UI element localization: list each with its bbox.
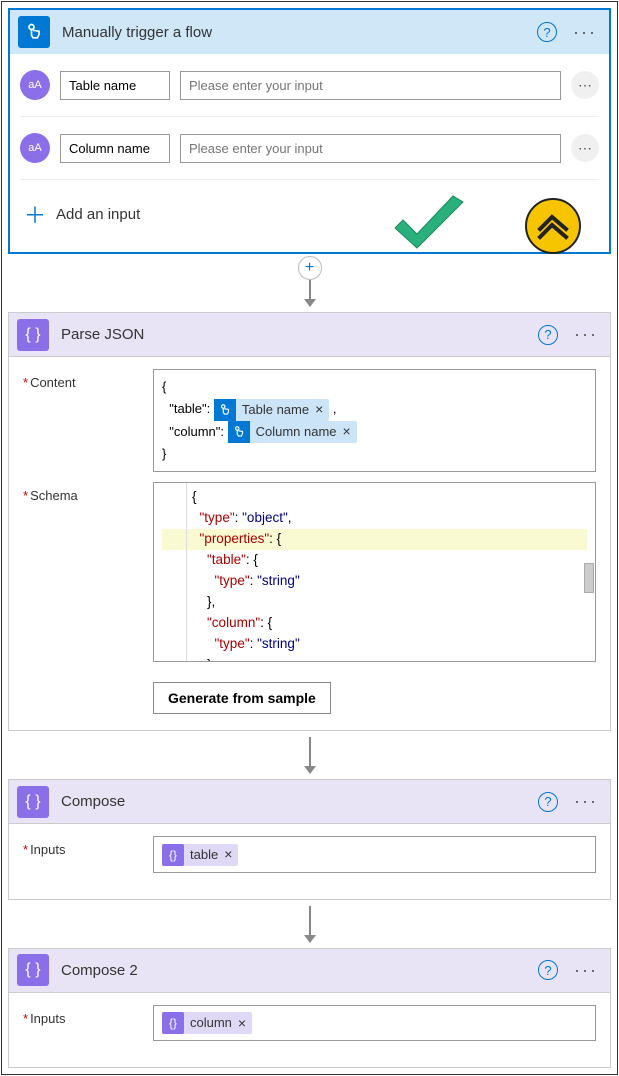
token-remove-icon[interactable]: × [238, 1012, 252, 1036]
param-more-icon[interactable]: ⋯ [571, 71, 599, 99]
compose-header[interactable]: { } Compose ? ··· [9, 780, 610, 824]
content-input[interactable]: { "table": Table name × , "column": Colu… [153, 369, 596, 472]
touch-icon [214, 399, 236, 421]
schema-label: *Schema [23, 482, 153, 662]
text-type-icon: aA [20, 133, 50, 163]
compose2-card: { } Compose 2 ? ··· *Inputs {} column × [8, 948, 611, 1069]
braces-icon: { } [17, 786, 49, 818]
braces-icon: { } [17, 954, 49, 986]
plus-icon: ＋ [24, 198, 46, 230]
more-icon[interactable]: ··· [569, 22, 601, 43]
token-column-name: Column name × [228, 421, 357, 443]
more-icon[interactable]: ··· [570, 324, 602, 345]
inputs-label: *Inputs [23, 1005, 153, 1042]
coin-badge-icon [525, 198, 581, 254]
arrow-down-icon [309, 906, 311, 942]
schema-input[interactable]: { "type": "object", "properties": { "tab… [153, 482, 596, 662]
help-icon[interactable]: ? [537, 22, 557, 42]
token-table-name: Table name × [214, 399, 329, 421]
inputs-label: *Inputs [23, 836, 153, 873]
help-icon[interactable]: ? [538, 960, 558, 980]
param-name-input[interactable] [60, 134, 170, 163]
compose2-header[interactable]: { } Compose 2 ? ··· [9, 949, 610, 993]
checkmark-icon [389, 194, 469, 256]
param-row: aA ⋯ [20, 54, 599, 117]
generate-from-sample-button[interactable]: Generate from sample [153, 682, 331, 714]
compose2-title: Compose 2 [61, 962, 538, 979]
parse-json-title: Parse JSON [61, 326, 538, 343]
parse-json-header[interactable]: { } Parse JSON ? ··· [9, 313, 610, 357]
more-icon[interactable]: ··· [570, 960, 602, 981]
inputs-input[interactable]: {} column × [153, 1005, 596, 1042]
trigger-card: Manually trigger a flow ? ··· aA ⋯ aA ⋯ … [8, 8, 611, 254]
trigger-header[interactable]: Manually trigger a flow ? ··· [10, 10, 609, 54]
help-icon[interactable]: ? [538, 792, 558, 812]
arrow-down-icon [309, 737, 311, 773]
help-icon[interactable]: ? [538, 325, 558, 345]
touch-icon [228, 421, 250, 443]
braces-icon: {} [162, 844, 184, 866]
param-name-input[interactable] [60, 71, 170, 100]
token-table: {} table × [162, 844, 238, 866]
scrollbar-thumb[interactable] [584, 563, 594, 593]
param-row: aA ⋯ [20, 117, 599, 180]
param-value-input[interactable] [180, 134, 561, 163]
touch-icon [18, 16, 50, 48]
compose-card: { } Compose ? ··· *Inputs {} table × [8, 779, 611, 900]
token-remove-icon[interactable]: × [315, 398, 329, 422]
param-more-icon[interactable]: ⋯ [571, 134, 599, 162]
token-remove-icon[interactable]: × [224, 843, 238, 867]
more-icon[interactable]: ··· [570, 791, 602, 812]
add-input-button[interactable]: ＋ Add an input [24, 198, 140, 230]
token-column: {} column × [162, 1012, 252, 1034]
add-step-button[interactable]: + [298, 256, 322, 280]
text-type-icon: aA [20, 70, 50, 100]
token-remove-icon[interactable]: × [343, 420, 357, 444]
braces-icon: { } [17, 319, 49, 351]
inputs-input[interactable]: {} table × [153, 836, 596, 873]
param-value-input[interactable] [180, 71, 561, 100]
braces-icon: {} [162, 1012, 184, 1034]
arrow-down-icon [309, 280, 311, 306]
add-input-label: Add an input [56, 206, 140, 223]
compose-title: Compose [61, 793, 538, 810]
content-label: *Content [23, 369, 153, 472]
trigger-title: Manually trigger a flow [62, 24, 537, 41]
parse-json-card: { } Parse JSON ? ··· *Content { "table":… [8, 312, 611, 731]
